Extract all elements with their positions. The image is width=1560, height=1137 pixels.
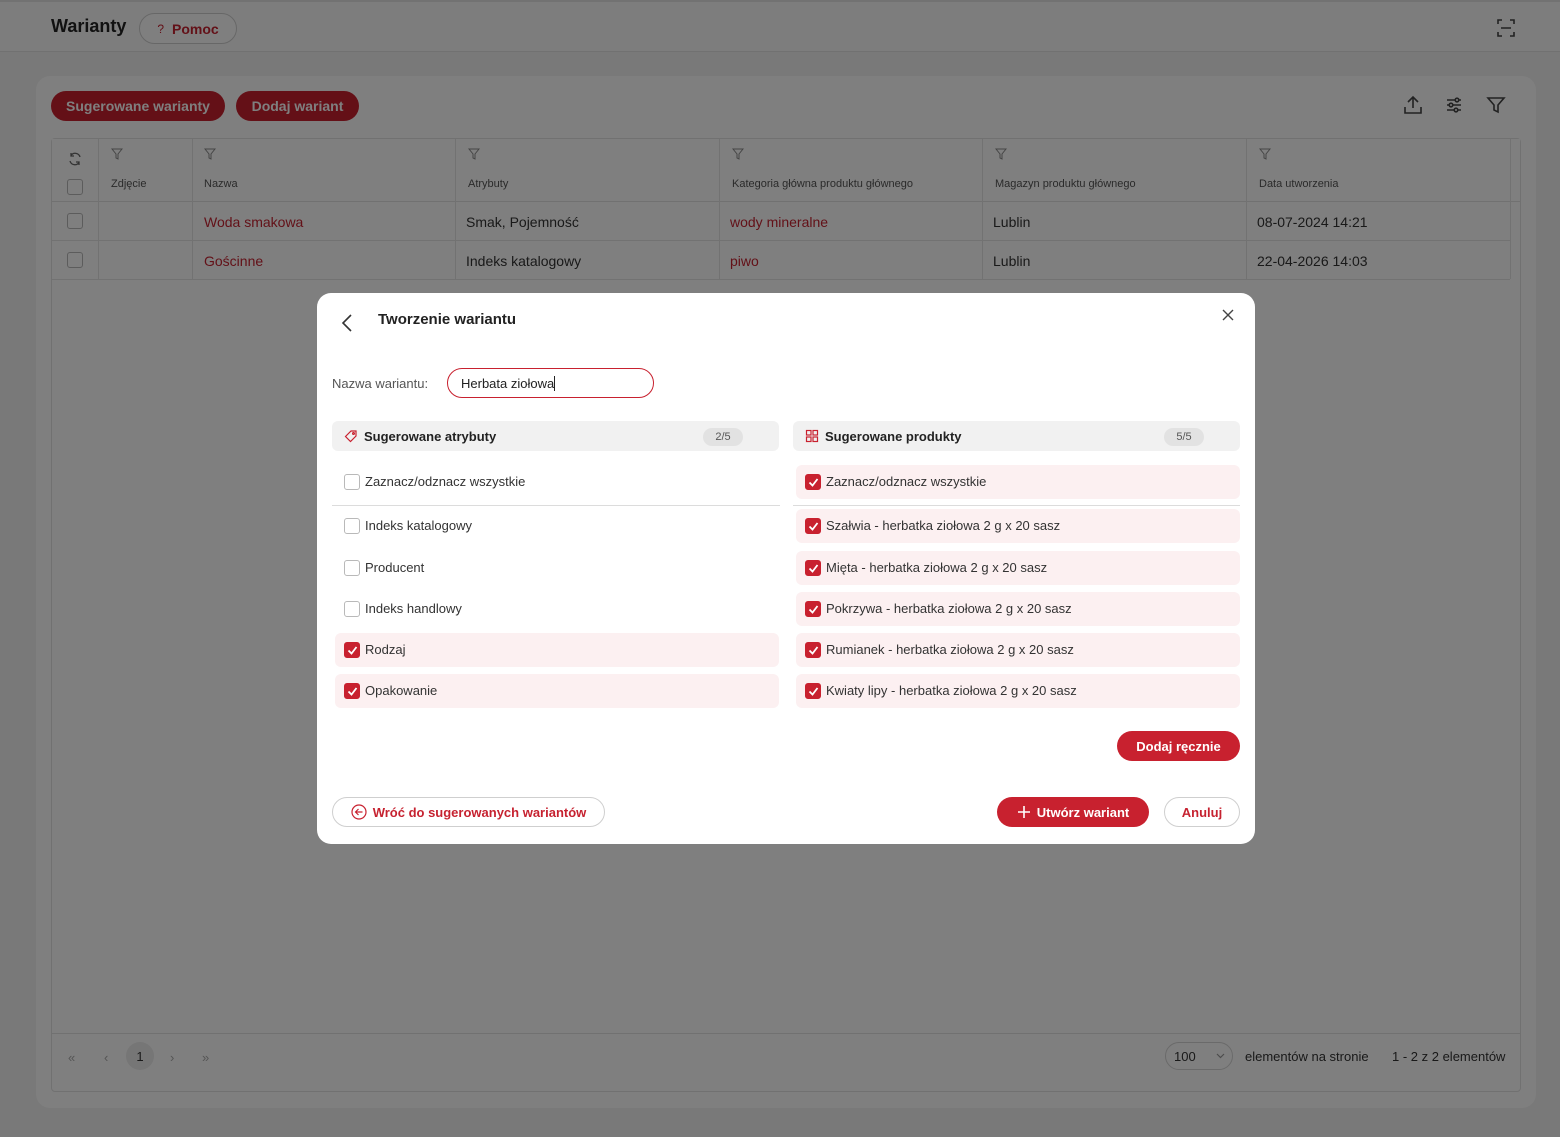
product-label: Rumianek - herbatka ziołowa 2 g x 20 sas… bbox=[826, 642, 1074, 657]
arrow-left-circle-icon bbox=[351, 804, 367, 820]
plus-icon bbox=[1017, 806, 1030, 818]
attribute-label: Indeks handlowy bbox=[365, 601, 462, 616]
variant-name-label: Nazwa wariantu: bbox=[332, 376, 429, 391]
checkbox-checked[interactable] bbox=[805, 474, 821, 490]
cancel-button[interactable]: Anuluj bbox=[1164, 797, 1240, 827]
select-all-label: Zaznacz/odznacz wszystkie bbox=[365, 474, 526, 489]
checkbox[interactable] bbox=[344, 474, 360, 490]
attribute-label: Indeks katalogowy bbox=[365, 518, 472, 533]
attribute-option[interactable]: Indeks katalogowy bbox=[335, 509, 779, 543]
divider bbox=[332, 505, 780, 506]
checkbox-checked[interactable] bbox=[805, 601, 821, 617]
text-caret bbox=[554, 376, 556, 391]
variant-name-value: Herbata ziołowa bbox=[461, 376, 555, 391]
products-select-all[interactable]: Zaznacz/odznacz wszystkie bbox=[796, 465, 1240, 499]
product-option[interactable]: Szałwia - herbatka ziołowa 2 g x 20 sasz bbox=[796, 509, 1240, 543]
dialog-title: Tworzenie wariantu bbox=[378, 311, 517, 328]
back-to-suggested-label: Wróć do sugerowanych wariantów bbox=[372, 804, 587, 820]
back-to-suggested-button[interactable]: Wróć do sugerowanych wariantów bbox=[332, 797, 605, 827]
product-option[interactable]: Mięta - herbatka ziołowa 2 g x 20 sasz bbox=[796, 551, 1240, 585]
create-variant-button[interactable]: Utwórz wariant bbox=[997, 797, 1149, 827]
back-arrow-icon[interactable] bbox=[339, 312, 355, 334]
select-all-label: Zaznacz/odznacz wszystkie bbox=[826, 474, 987, 489]
products-count-badge: 5/5 bbox=[1164, 428, 1204, 446]
product-label: Pokrzywa - herbatka ziołowa 2 g x 20 sas… bbox=[826, 601, 1072, 616]
checkbox[interactable] bbox=[344, 518, 360, 534]
checkbox-checked[interactable] bbox=[805, 683, 821, 699]
tag-icon bbox=[344, 430, 357, 443]
create-variant-dialog: Tworzenie wariantu Nazwa wariantu: Herba… bbox=[317, 293, 1255, 844]
suggested-attributes-title: Sugerowane atrybuty bbox=[364, 429, 497, 444]
divider bbox=[793, 505, 1240, 506]
attribute-option[interactable]: Producent bbox=[335, 551, 779, 585]
attributes-select-all[interactable]: Zaznacz/odznacz wszystkie bbox=[335, 465, 779, 499]
checkbox[interactable] bbox=[344, 560, 360, 576]
attribute-label: Producent bbox=[365, 560, 425, 575]
attributes-count-badge: 2/5 bbox=[703, 428, 743, 446]
grid-icon bbox=[805, 429, 819, 443]
attribute-label: Rodzaj bbox=[365, 642, 406, 657]
suggested-attributes-header: Sugerowane atrybuty 2/5 bbox=[332, 421, 779, 451]
checkbox-checked[interactable] bbox=[805, 642, 821, 658]
suggested-products-header: Sugerowane produkty 5/5 bbox=[793, 421, 1240, 451]
product-label: Szałwia - herbatka ziołowa 2 g x 20 sasz bbox=[826, 518, 1061, 533]
variant-name-input[interactable]: Herbata ziołowa bbox=[447, 368, 654, 398]
attribute-option[interactable]: Indeks handlowy bbox=[335, 592, 779, 626]
attribute-option[interactable]: Opakowanie bbox=[335, 674, 779, 708]
product-option[interactable]: Pokrzywa - herbatka ziołowa 2 g x 20 sas… bbox=[796, 592, 1240, 626]
checkbox-checked[interactable] bbox=[344, 642, 360, 658]
suggested-products-title: Sugerowane produkty bbox=[825, 429, 962, 444]
checkbox-checked[interactable] bbox=[805, 560, 821, 576]
attribute-label: Opakowanie bbox=[365, 683, 438, 698]
product-option[interactable]: Rumianek - herbatka ziołowa 2 g x 20 sas… bbox=[796, 633, 1240, 667]
checkbox-checked[interactable] bbox=[344, 683, 360, 699]
attribute-option[interactable]: Rodzaj bbox=[335, 633, 779, 667]
product-label: Mięta - herbatka ziołowa 2 g x 20 sasz bbox=[826, 560, 1048, 575]
checkbox-checked[interactable] bbox=[805, 518, 821, 534]
product-label: Kwiaty lipy - herbatka ziołowa 2 g x 20 … bbox=[826, 683, 1077, 698]
checkbox[interactable] bbox=[344, 601, 360, 617]
close-icon[interactable] bbox=[1221, 308, 1235, 322]
add-manually-button[interactable]: Dodaj ręcznie bbox=[1117, 731, 1240, 761]
create-variant-label: Utwórz wariant bbox=[1036, 804, 1130, 820]
product-option[interactable]: Kwiaty lipy - herbatka ziołowa 2 g x 20 … bbox=[796, 674, 1240, 708]
